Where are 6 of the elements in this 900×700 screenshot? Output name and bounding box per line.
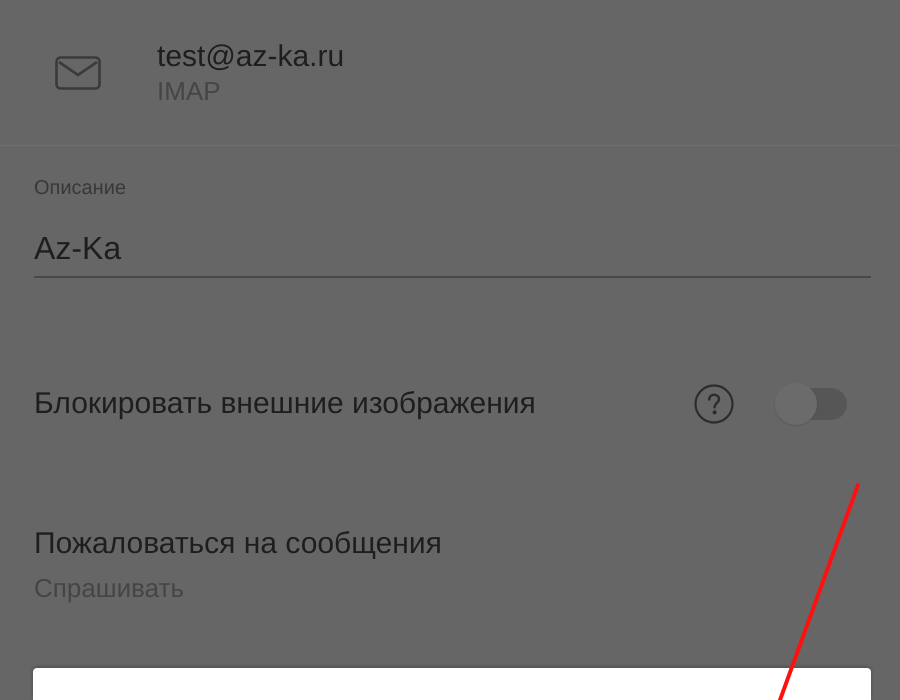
envelope-icon [55, 56, 101, 90]
setting-label: Блокировать внешние изображения [34, 386, 536, 422]
toggle-switch[interactable] [775, 383, 847, 425]
account-email: test@az-ka.ru [157, 38, 344, 74]
description-field[interactable]: Az-Ka [34, 200, 871, 278]
setting-label: Пожаловаться на сообщения [34, 526, 443, 562]
